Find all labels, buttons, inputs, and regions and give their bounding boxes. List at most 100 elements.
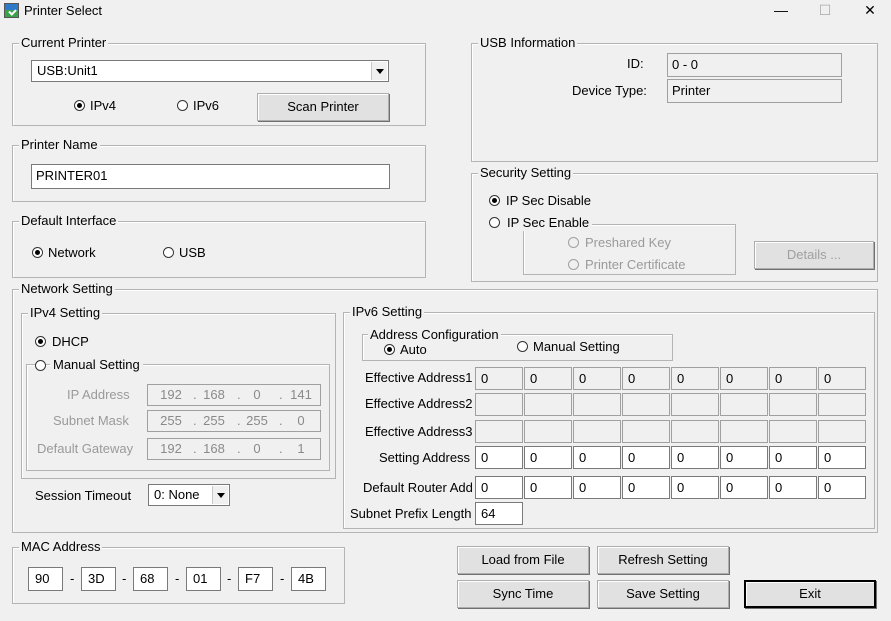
session-timeout-combo[interactable]: 0: None bbox=[148, 484, 230, 506]
ip-address-input: 192 . 168 . 0 . 141 bbox=[147, 384, 321, 406]
effective2-segment bbox=[622, 393, 670, 416]
gateway-octet: 168 bbox=[203, 441, 225, 456]
ipv6-auto-radio[interactable] bbox=[384, 344, 395, 355]
ipv6-manual-radio[interactable] bbox=[517, 341, 528, 352]
network-radio[interactable] bbox=[32, 247, 43, 258]
effective3-segment bbox=[769, 420, 817, 443]
setting-address-segment[interactable]: 0 bbox=[769, 446, 817, 469]
default-interface-legend: Default Interface bbox=[19, 213, 119, 229]
dhcp-label: DHCP bbox=[52, 334, 89, 349]
mac-separator: - bbox=[280, 571, 285, 586]
mac-octet[interactable]: 01 bbox=[186, 567, 221, 591]
mac-octet[interactable]: 3D bbox=[81, 567, 116, 591]
preshared-key-label: Preshared Key bbox=[585, 235, 671, 250]
manual-ipv4-radio[interactable] bbox=[35, 360, 46, 371]
preshared-key-radio bbox=[568, 237, 579, 248]
effective-address1-label: Effective Address1 bbox=[365, 370, 473, 385]
scan-printer-button[interactable]: Scan Printer bbox=[257, 93, 389, 121]
effective2-segment bbox=[573, 393, 621, 416]
effective3-segment bbox=[818, 420, 866, 443]
default-router-segment[interactable]: 0 bbox=[818, 476, 866, 499]
close-button[interactable]: ✕ bbox=[847, 0, 891, 22]
setting-address-segment[interactable]: 0 bbox=[818, 446, 866, 469]
mac-octet[interactable]: 68 bbox=[133, 567, 168, 591]
save-setting-button[interactable]: Save Setting bbox=[597, 580, 729, 608]
mac-octet[interactable]: 4B bbox=[291, 567, 326, 591]
setting-address-label: Setting Address bbox=[379, 450, 471, 465]
gateway-octet: 192 bbox=[160, 441, 182, 456]
mask-octet: 255 bbox=[246, 413, 268, 428]
usb-id-value: 0 - 0 bbox=[667, 53, 842, 77]
ipv4-setting-legend: IPv4 Setting bbox=[28, 305, 103, 321]
printer-name-input[interactable]: PRINTER01 bbox=[31, 164, 390, 189]
load-from-file-button[interactable]: Load from File bbox=[457, 546, 589, 574]
setting-address-segment[interactable]: 0 bbox=[720, 446, 768, 469]
ip-octet: 192 bbox=[160, 387, 182, 402]
effective1-segment: 0 bbox=[573, 367, 621, 390]
effective3-segment bbox=[524, 420, 572, 443]
effective1-segment: 0 bbox=[818, 367, 866, 390]
maximize-button: ☐ bbox=[818, 2, 832, 18]
printer-certificate-radio bbox=[568, 259, 579, 270]
default-router-segment[interactable]: 0 bbox=[769, 476, 817, 499]
default-router-segment[interactable]: 0 bbox=[475, 476, 523, 499]
default-router-segment[interactable]: 0 bbox=[622, 476, 670, 499]
ipv6-setting-group: IPv6 Setting Address Configuration Auto … bbox=[343, 304, 875, 529]
mac-separator: - bbox=[227, 571, 232, 586]
effective2-segment bbox=[818, 393, 866, 416]
setting-address-segment[interactable]: 0 bbox=[671, 446, 719, 469]
ipv6-auto-label: Auto bbox=[400, 342, 427, 357]
ip-octet: 141 bbox=[290, 387, 312, 402]
effective3-segment bbox=[622, 420, 670, 443]
printer-name-legend: Printer Name bbox=[19, 137, 100, 153]
effective1-segment: 0 bbox=[671, 367, 719, 390]
refresh-setting-button[interactable]: Refresh Setting bbox=[597, 546, 729, 574]
ipsec-enable-radio[interactable] bbox=[489, 217, 500, 228]
ipsec-disable-radio[interactable] bbox=[489, 195, 500, 206]
security-setting-legend: Security Setting bbox=[478, 165, 574, 181]
default-gateway-label: Default Gateway bbox=[37, 441, 134, 456]
effective1-segment: 0 bbox=[475, 367, 523, 390]
default-router-segment[interactable]: 0 bbox=[573, 476, 621, 499]
mac-octet[interactable]: F7 bbox=[238, 567, 273, 591]
setting-address-segment[interactable]: 0 bbox=[622, 446, 670, 469]
usb-radio[interactable] bbox=[163, 247, 174, 258]
printer-select-combo[interactable]: USB:Unit1 bbox=[31, 60, 389, 82]
address-configuration-legend: Address Configuration bbox=[368, 327, 501, 343]
device-type-label: Device Type: bbox=[572, 83, 647, 98]
ipv4-radio[interactable] bbox=[74, 100, 85, 111]
chevron-down-icon[interactable] bbox=[371, 62, 387, 80]
effective1-segment: 0 bbox=[622, 367, 670, 390]
ipv6-label: IPv6 bbox=[193, 98, 220, 113]
default-router-segment[interactable]: 0 bbox=[720, 476, 768, 499]
default-router-segment[interactable]: 0 bbox=[524, 476, 572, 499]
usb-information-group: USB Information ID: 0 - 0 Device Type: P… bbox=[471, 35, 878, 162]
setting-address-segment[interactable]: 0 bbox=[573, 446, 621, 469]
dhcp-radio[interactable] bbox=[35, 336, 46, 347]
session-timeout-value: 0: None bbox=[154, 487, 200, 502]
network-setting-legend: Network Setting bbox=[19, 281, 115, 297]
sync-time-button[interactable]: Sync Time bbox=[457, 580, 589, 608]
ipsec-disable-label: IP Sec Disable bbox=[506, 193, 592, 208]
effective2-segment bbox=[720, 393, 768, 416]
network-label: Network bbox=[48, 245, 96, 260]
ipsec-enable-label: IP Sec Enable bbox=[504, 215, 593, 231]
ipv6-radio[interactable] bbox=[177, 100, 188, 111]
ipv6-setting-legend: IPv6 Setting bbox=[350, 304, 425, 320]
effective2-segment bbox=[671, 393, 719, 416]
effective3-segment bbox=[671, 420, 719, 443]
usb-label: USB bbox=[179, 245, 206, 260]
setting-address-segment[interactable]: 0 bbox=[475, 446, 523, 469]
subnet-prefix-input[interactable]: 64 bbox=[475, 502, 523, 525]
setting-address-segment[interactable]: 0 bbox=[524, 446, 572, 469]
effective1-segment: 0 bbox=[769, 367, 817, 390]
session-timeout-label: Session Timeout bbox=[35, 488, 132, 503]
chevron-down-icon[interactable] bbox=[212, 486, 228, 504]
exit-button[interactable]: Exit bbox=[744, 580, 876, 608]
minimize-button[interactable]: — bbox=[758, 0, 804, 22]
title-bar: Printer Select — ☐ ✕ bbox=[0, 0, 891, 22]
default-router-segment[interactable]: 0 bbox=[671, 476, 719, 499]
ipv6-manual-label: Manual Setting bbox=[533, 339, 620, 354]
mac-octet[interactable]: 90 bbox=[28, 567, 63, 591]
printer-certificate-label: Printer Certificate bbox=[585, 257, 686, 272]
